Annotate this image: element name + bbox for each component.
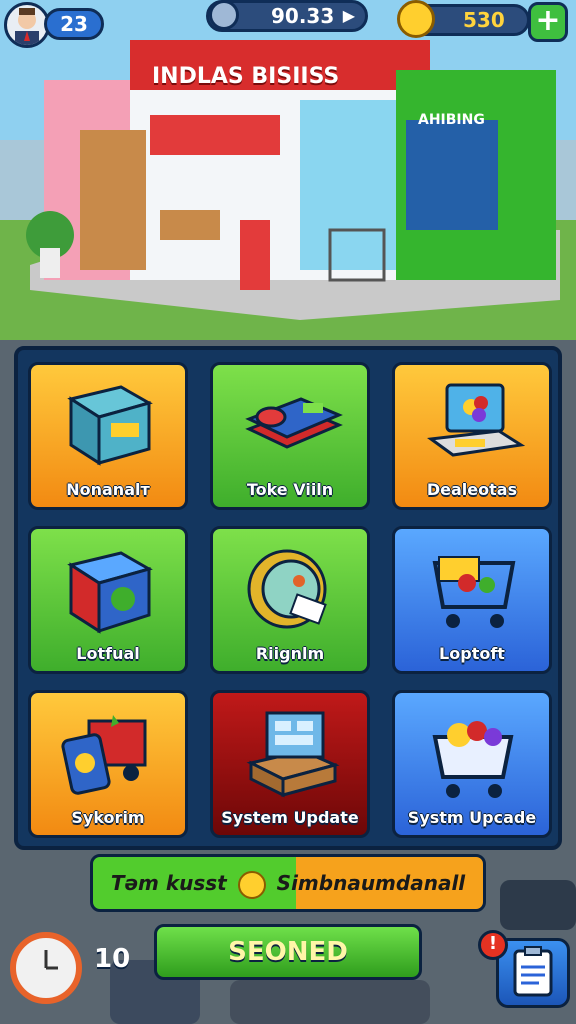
- menu-tile-2[interactable]: Toke Viiln: [210, 362, 370, 510]
- tile-label: Systm Upcade: [407, 808, 537, 827]
- menu-tile-3[interactable]: Dealeotas: [392, 362, 552, 510]
- add-currency-button[interactable]: +: [528, 2, 568, 42]
- tile-label: Riignlm: [255, 644, 325, 663]
- shopping-cart-icon: [432, 556, 516, 628]
- promo-text-right: Simbnaumdanall: [276, 871, 466, 895]
- full-cart-icon: [432, 721, 514, 798]
- timer-clock-icon[interactable]: [10, 932, 82, 1004]
- coin-value: 530: [463, 8, 505, 32]
- computer-register-icon: [427, 383, 525, 457]
- tile-label: Toke Viiln: [246, 480, 334, 499]
- top-hud: 23 90.33 ▶ 530 +: [0, 0, 576, 48]
- cash-drawer-icon: [246, 711, 340, 798]
- cash-value: 90.33: [271, 4, 335, 28]
- tile-label: Nonanalт: [66, 480, 150, 499]
- store-sign: INDLAS BISIISS: [152, 64, 340, 89]
- cash-icon: [209, 0, 239, 30]
- stacked-cards-icon: [245, 397, 343, 449]
- player-portrait-icon: [15, 8, 39, 45]
- timer-value: 10: [94, 944, 131, 974]
- promo-coin-icon: [237, 870, 266, 899]
- menu-tile-9[interactable]: Systm Upcade: [392, 690, 552, 838]
- alert-badge: !: [478, 930, 508, 960]
- tile-label: Dealeotas: [426, 480, 518, 499]
- menu-tile-1[interactable]: Nonanalт: [28, 362, 188, 510]
- clock-hands-icon: [44, 950, 58, 970]
- promo-text-left: Təm kusst: [110, 871, 227, 895]
- menu-tile-6[interactable]: Loptoft: [392, 526, 552, 674]
- clipboard-icon: [513, 946, 553, 997]
- action-menu-panel: Nonanalт Toke Viiln Dealeotas Lotfual Ri…: [14, 346, 562, 850]
- player-level-badge: 23: [44, 8, 104, 40]
- side-store-sign: AHIBING: [418, 112, 485, 128]
- menu-tile-7[interactable]: Sykorim: [28, 690, 188, 838]
- menu-tile-5[interactable]: Riignlm: [210, 526, 370, 674]
- coin-receipt-icon: [247, 549, 327, 629]
- tile-label: Lotfual: [76, 644, 140, 663]
- main-action-button[interactable]: SEONED: [154, 924, 422, 980]
- gold-coin-icon: [397, 0, 435, 38]
- tile-label: System Update: [221, 808, 359, 827]
- tile-label: Loptoft: [439, 644, 505, 663]
- promo-banner[interactable]: Təm kusst Simbnaumdanall: [90, 854, 486, 912]
- coin-counter: 530: [397, 0, 530, 38]
- cash-counter: 90.33 ▶: [206, 0, 368, 32]
- globe-box-icon: [67, 551, 153, 634]
- menu-tile-4[interactable]: Lotfual: [28, 526, 188, 674]
- tile-label: Sykorim: [71, 808, 145, 827]
- menu-tile-8[interactable]: System Update: [210, 690, 370, 838]
- play-arrow-icon[interactable]: ▶: [343, 3, 355, 29]
- delivery-truck-icon: [61, 715, 147, 795]
- product-box-icon: [67, 385, 153, 466]
